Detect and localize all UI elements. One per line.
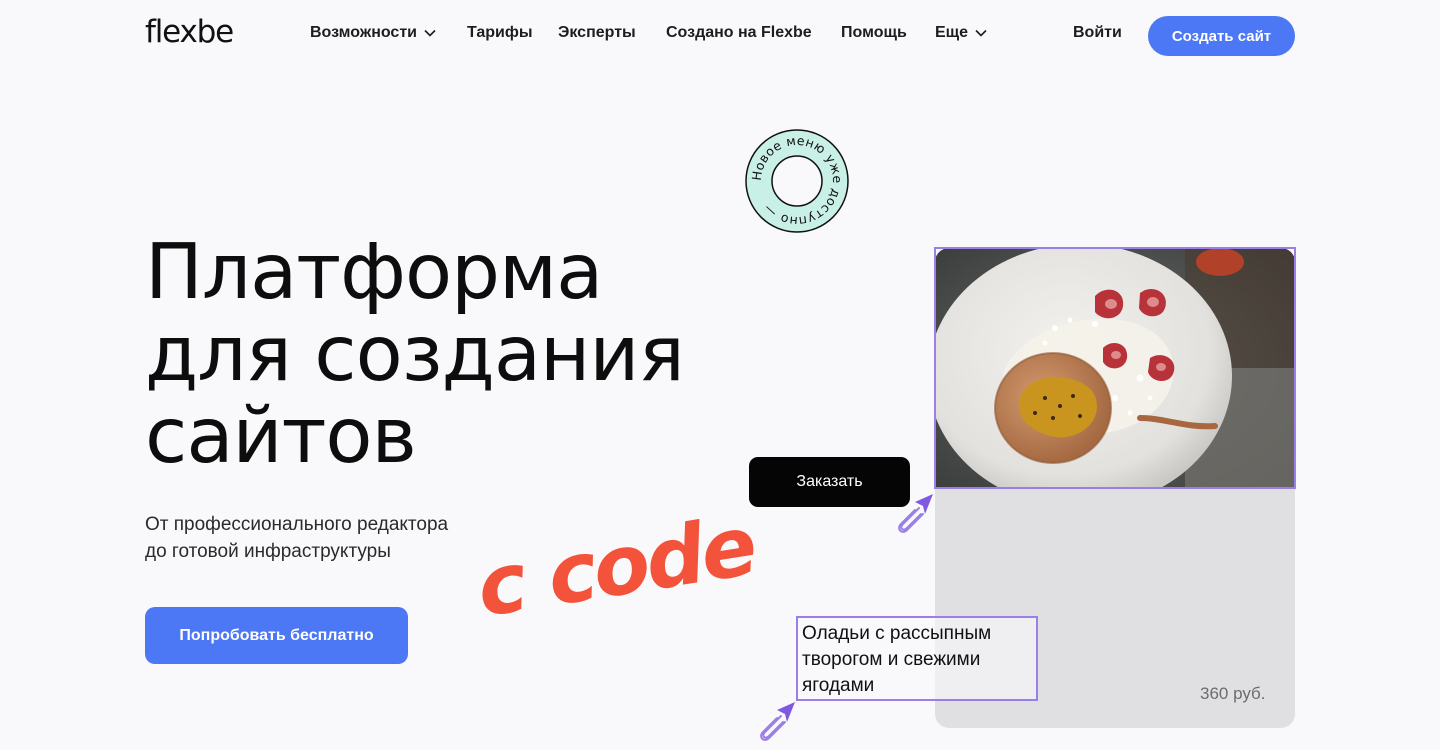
nav-item-label: Еще: [935, 24, 969, 41]
hero-subtitle-line: до готовой инфраструктуры: [145, 541, 391, 562]
nav-item-experts[interactable]: Эксперты: [558, 24, 636, 42]
landing-page: flexbe Возможности Тарифы Эксперты Созда…: [0, 0, 1440, 750]
nav-item-label: Помощь: [841, 24, 907, 41]
dish-name-line: творогом и свежими: [802, 649, 981, 670]
pancakes-image: [935, 248, 1295, 488]
login-link[interactable]: Войти: [1073, 24, 1122, 42]
dish-name-line: ягодами: [802, 675, 875, 696]
flexbe-logo[interactable]: flexbe: [145, 14, 234, 50]
hero-title-line: для создания: [145, 310, 685, 399]
chevron-down-icon: [975, 29, 987, 37]
nav-item-pricing[interactable]: Тарифы: [467, 24, 533, 42]
create-site-button[interactable]: Создать сайт: [1148, 16, 1295, 56]
pointer-cursor-icon: [760, 702, 795, 741]
order-button[interactable]: Заказать: [749, 457, 910, 507]
dish-photo: [935, 248, 1295, 488]
nav-item-label: Создано на Flexbe: [666, 24, 812, 41]
nav-item-showcase[interactable]: Создано на Flexbe: [666, 24, 812, 42]
dish-name-textbox[interactable]: Оладьи с рассыпным творогом и свежими яг…: [796, 616, 1038, 701]
new-menu-badge: Новое меню уже доступно —: [745, 129, 849, 233]
dish-price: 360 руб.: [1200, 684, 1266, 703]
hero-title-line: сайтов: [145, 392, 417, 481]
try-free-button[interactable]: Попробовать бесплатно: [145, 607, 408, 664]
dish-name-line: Оладьи с рассыпным: [802, 623, 992, 644]
nav-item-more[interactable]: Еще: [935, 24, 987, 42]
nav-item-label: Возможности: [310, 24, 417, 41]
nav-item-label: Эксперты: [558, 24, 636, 41]
hero-title-line: Платформа: [145, 228, 603, 317]
hero-subtitle: От профессионального редактора до готово…: [145, 511, 448, 565]
hero-subtitle-line: От профессионального редактора: [145, 514, 449, 535]
pointer-cursor-icon: [898, 494, 933, 533]
code-brush-lettering: c code: [471, 499, 761, 616]
code-lettering-text: c code: [471, 499, 761, 616]
nav-item-features[interactable]: Возможности: [310, 24, 436, 42]
nav-item-label: Тарифы: [467, 24, 533, 41]
nav-item-help[interactable]: Помощь: [841, 24, 907, 42]
chevron-down-icon: [424, 29, 436, 37]
hero-title: Платформа для создания сайтов: [145, 228, 685, 481]
